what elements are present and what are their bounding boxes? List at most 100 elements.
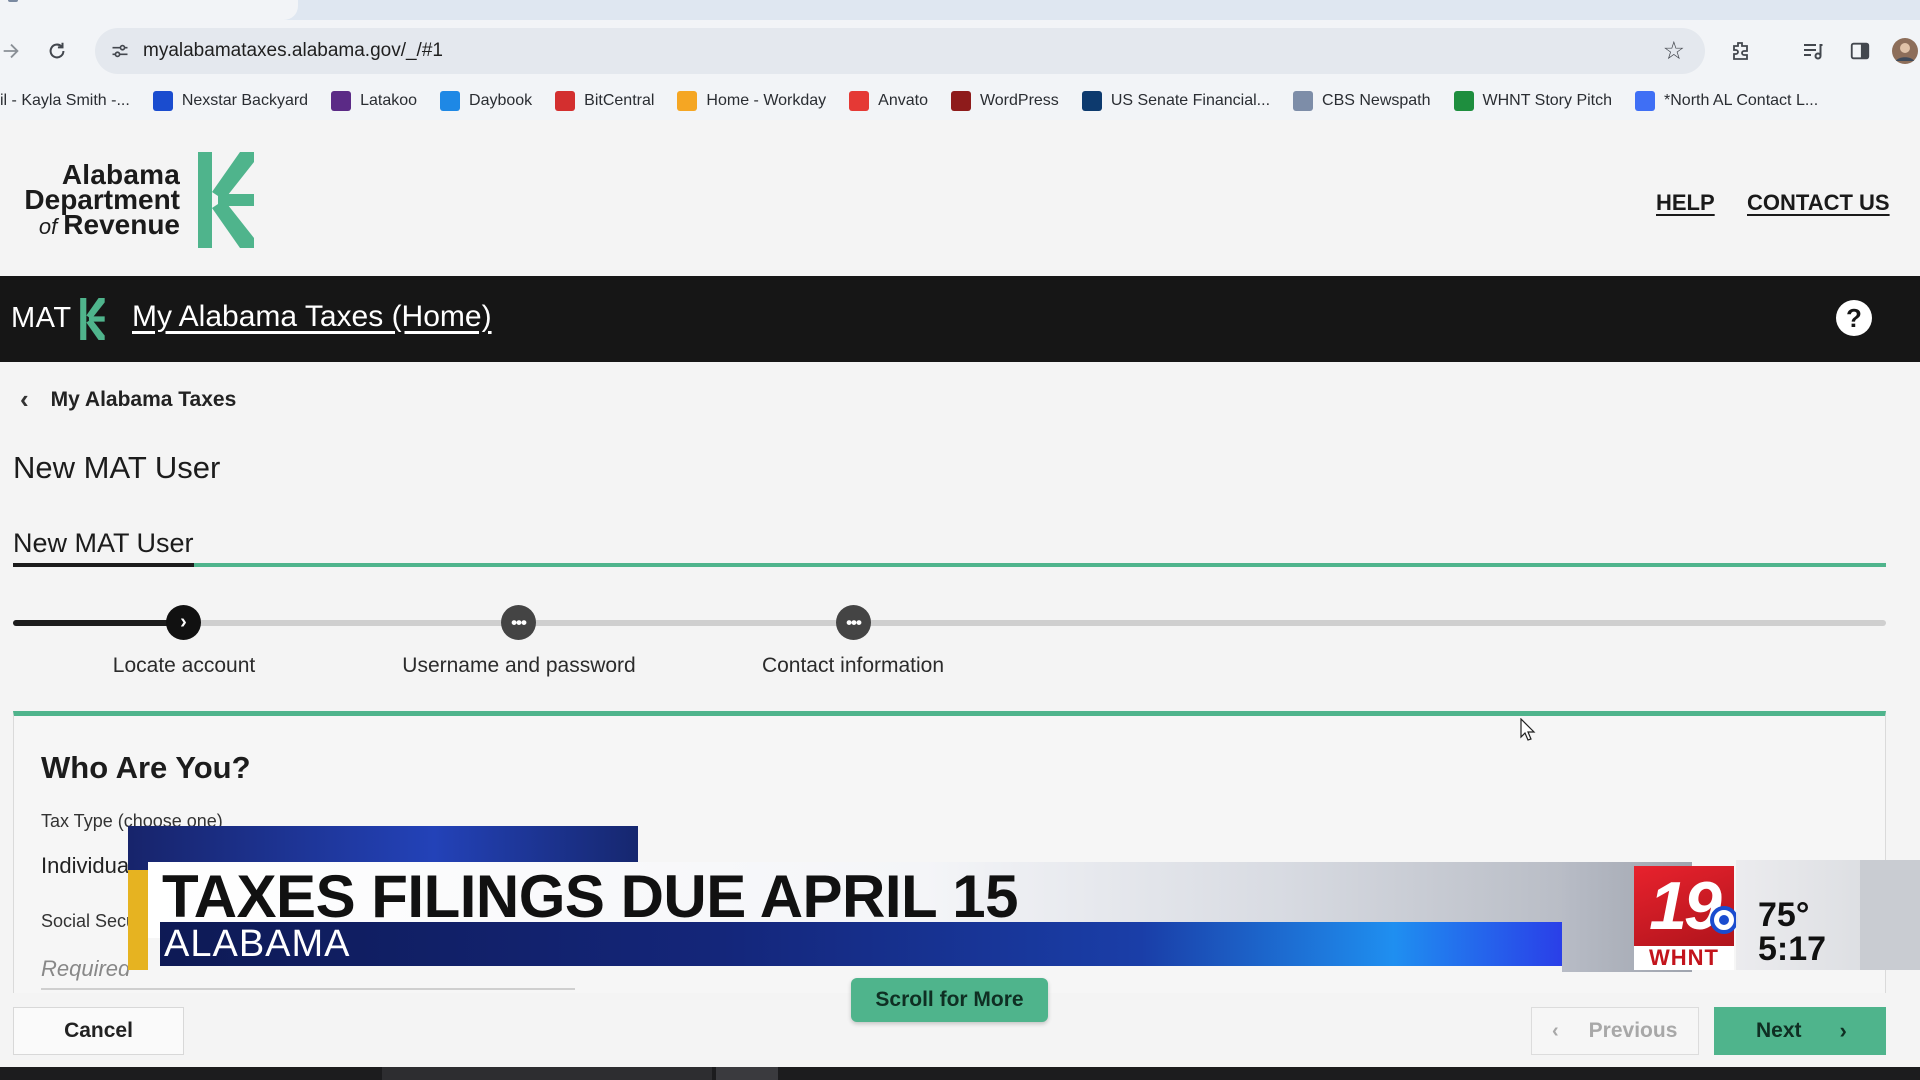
- bookmark-label: Latakoo: [360, 92, 418, 109]
- bookmark-item[interactable]: Nexstar Backyard: [152, 91, 309, 111]
- step-label-username-password: Username and password: [402, 654, 636, 677]
- bookmark-item[interactable]: *North AL Contact L...: [1635, 91, 1818, 111]
- help-question-icon[interactable]: ?: [1836, 300, 1872, 336]
- scroll-for-more-button[interactable]: Scroll for More: [851, 978, 1048, 1022]
- bookmark-item[interactable]: BitCentral: [555, 91, 654, 111]
- side-panel-icon[interactable]: [1843, 34, 1877, 68]
- browser-tabstrip: [0, 0, 1920, 20]
- active-tab[interactable]: [0, 0, 298, 20]
- bookmark-label: US Senate Financial...: [1110, 92, 1271, 109]
- anvato-icon: [849, 91, 870, 111]
- reload-icon[interactable]: [40, 34, 74, 68]
- section-divider: [194, 563, 1886, 567]
- form-heading: Who Are You?: [41, 750, 251, 785]
- taskbar-item[interactable]: [382, 1067, 712, 1080]
- bookmark-label: WordPress: [979, 92, 1059, 109]
- bookmark-label: *North AL Contact L...: [1664, 92, 1819, 109]
- nexstar-icon: [152, 91, 173, 111]
- bookmark-item[interactable]: US Senate Financial...: [1081, 91, 1271, 111]
- back-link-label: My Alabama Taxes: [50, 387, 237, 411]
- bookmark-item[interactable]: Home - Workday: [677, 91, 826, 111]
- os-taskbar: [0, 1067, 1920, 1080]
- taskbar-item[interactable]: [716, 1067, 778, 1080]
- bookmark-item[interactable]: il - Kayla Smith -...: [0, 92, 130, 110]
- back-link[interactable]: ‹ My Alabama Taxes: [20, 384, 236, 415]
- bookmark-star-icon[interactable]: ☆: [1663, 36, 1685, 66]
- help-link[interactable]: HELP: [1656, 190, 1715, 216]
- bookmark-item[interactable]: Daybook: [440, 91, 532, 111]
- bookmark-label: Home - Workday: [706, 92, 827, 109]
- chevron-left-icon: ‹: [1552, 1019, 1559, 1042]
- mouse-cursor-icon: [1520, 717, 1536, 747]
- site-info-icon[interactable]: [105, 36, 135, 66]
- senate-icon: [1081, 91, 1102, 111]
- tax-type-option-individual[interactable]: Individua: [41, 853, 129, 879]
- bookmark-label: CBS Newspath: [1322, 92, 1431, 109]
- next-button-label: Next: [1756, 1019, 1802, 1042]
- step-current-icon: ›: [166, 605, 201, 640]
- bookmark-item[interactable]: Anvato: [849, 91, 928, 111]
- chevron-right-icon: ›: [1839, 1018, 1847, 1043]
- my-alabama-taxes-home-link[interactable]: My Alabama Taxes (Home): [132, 300, 492, 334]
- mat-k-icon: [78, 298, 106, 345]
- sheets-icon: [1453, 91, 1474, 111]
- screen: myalabamataxes.alabama.gov/_/#1 ☆ il - K…: [0, 0, 1920, 1080]
- bookmark-item[interactable]: WordPress: [950, 91, 1059, 111]
- step-label-contact-information: Contact information: [761, 654, 945, 677]
- media-control-icon[interactable]: [1796, 34, 1830, 68]
- url-text[interactable]: myalabamataxes.alabama.gov/_/#1: [143, 40, 443, 62]
- tab-favicon-icon: [8, 0, 18, 2]
- logo-of: of: [38, 214, 58, 239]
- docs-icon: [1635, 91, 1656, 111]
- address-bar[interactable]: myalabamataxes.alabama.gov/_/#1 ☆: [95, 28, 1705, 74]
- logo-revenue: Revenue: [63, 209, 180, 240]
- bookmark-label: Nexstar Backyard: [181, 92, 309, 109]
- chevron-left-icon: ‹: [20, 384, 29, 414]
- mat-logo-text: MAT: [11, 302, 72, 334]
- cbs-eye-icon: [1710, 906, 1738, 934]
- page-title: New MAT User: [13, 450, 221, 485]
- daybook-icon: [440, 91, 461, 111]
- bookmark-item[interactable]: WHNT Story Pitch: [1453, 91, 1613, 111]
- clock-time: 5:17: [1758, 930, 1827, 968]
- station-call-letters: WHNT: [1634, 946, 1734, 970]
- wordpress-icon: [950, 91, 971, 111]
- bookmark-label: Anvato: [878, 92, 928, 109]
- section-title: New MAT User: [13, 528, 194, 558]
- chyron-location-bar: [160, 922, 1562, 966]
- previous-button-label: Previous: [1588, 1019, 1678, 1042]
- forward-icon[interactable]: [0, 34, 28, 68]
- weather-time-box: 75° 5:17: [1736, 860, 1860, 970]
- adr-k-mark-icon: [196, 152, 254, 253]
- latakoo-icon: [331, 91, 352, 111]
- chyron-headline: TAXES FILINGS DUE APRIL 15: [162, 863, 1019, 930]
- logo-line-3: of Revenue: [12, 209, 180, 240]
- extensions-icon[interactable]: [1724, 34, 1758, 68]
- cbs-icon: [1293, 91, 1314, 111]
- browser-toolbar: myalabamataxes.alabama.gov/_/#1 ☆: [0, 20, 1920, 82]
- next-button[interactable]: Next ›: [1714, 1007, 1886, 1055]
- site-header: Alabama Department of Revenue HELP CONTAC…: [0, 120, 1920, 276]
- bookmark-label: WHNT Story Pitch: [1482, 92, 1613, 109]
- contact-us-link[interactable]: CONTACT US: [1747, 190, 1890, 216]
- bookmark-label: Daybook: [469, 92, 533, 109]
- progress-completed: [13, 620, 183, 626]
- progress-track: [13, 620, 1886, 626]
- step-pending-icon: •••: [501, 605, 536, 640]
- bookmark-label: il - Kayla Smith -...: [0, 92, 130, 109]
- workday-icon: [677, 91, 698, 111]
- chyron-gold-accent: [128, 870, 148, 970]
- chyron-location: ALABAMA: [164, 923, 351, 965]
- bookmark-item[interactable]: CBS Newspath: [1293, 91, 1431, 111]
- step-label-locate-account: Locate account: [112, 654, 256, 677]
- bookmark-label: BitCentral: [584, 92, 655, 109]
- bookmark-item[interactable]: Latakoo: [331, 91, 417, 111]
- profile-avatar[interactable]: [1888, 34, 1920, 68]
- previous-button[interactable]: ‹ Previous: [1531, 1007, 1699, 1055]
- step-pending-icon: •••: [836, 605, 871, 640]
- ssn-label: Social Secu: [41, 911, 137, 931]
- station-logo: 19 WHNT: [1634, 866, 1738, 970]
- bitcentral-icon: [555, 91, 576, 111]
- cancel-button[interactable]: Cancel: [13, 1007, 184, 1055]
- adr-logo[interactable]: Alabama Department of Revenue: [12, 161, 180, 240]
